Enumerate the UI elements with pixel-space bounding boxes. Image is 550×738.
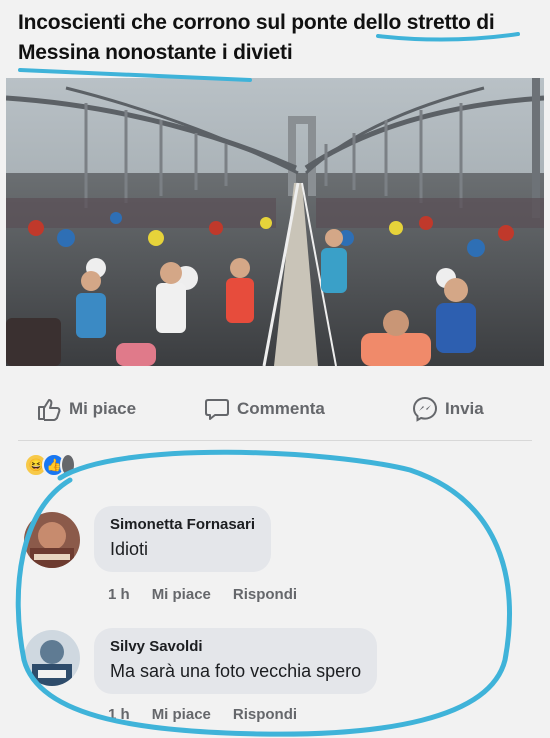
comment-bubble: Silvy Savoldi Ma sarà una foto vecchia s…	[94, 628, 378, 694]
like-action-label: Mi piace	[69, 399, 137, 418]
comment-time[interactable]: 1 h	[108, 586, 130, 603]
send-action-label: Invia	[445, 399, 484, 418]
messenger-icon	[412, 396, 438, 422]
avatar-image	[24, 630, 80, 686]
comment-author[interactable]: Silvy Savoldi	[110, 638, 361, 655]
comment-icon	[205, 399, 229, 420]
avatar[interactable]	[24, 512, 80, 568]
photo-illustration	[6, 78, 544, 366]
comment-time[interactable]: 1 h	[108, 706, 130, 723]
actions-divider	[18, 440, 532, 441]
comment-text: Idioti	[110, 539, 149, 559]
comment-reply-link[interactable]: Rispondi	[233, 706, 297, 723]
reactions-summary[interactable]: 😆 👍	[24, 453, 76, 477]
comment-like-link[interactable]: Mi piace	[152, 706, 211, 723]
comment-action[interactable]: Commenta	[204, 397, 325, 421]
comment-bubble: Simonetta Fornasari Idioti	[94, 506, 272, 572]
reaction-overflow-icon	[60, 453, 76, 477]
like-action[interactable]: Mi piace	[36, 397, 136, 421]
thumbs-up-icon	[38, 399, 61, 421]
comment-author[interactable]: Simonetta Fornasari	[110, 516, 255, 533]
comment-meta: 1 h Mi piace Rispondi	[108, 706, 297, 723]
comment-meta: 1 h Mi piace Rispondi	[108, 586, 297, 603]
comment-reply-link[interactable]: Rispondi	[233, 586, 297, 603]
avatar-image	[24, 512, 80, 568]
meme-headline: Incoscienti che corrono sul ponte dello …	[18, 11, 495, 64]
comment-action-label: Commenta	[237, 399, 325, 418]
comment-like-link[interactable]: Mi piace	[152, 586, 211, 603]
comment-text: Ma sarà una foto vecchia spero	[110, 661, 362, 681]
post-actions-bar: Mi piace Commenta Invia	[0, 384, 550, 434]
avatar[interactable]	[24, 630, 80, 686]
marathon-bridge-photo	[6, 78, 544, 366]
send-action[interactable]: Invia	[412, 396, 484, 422]
